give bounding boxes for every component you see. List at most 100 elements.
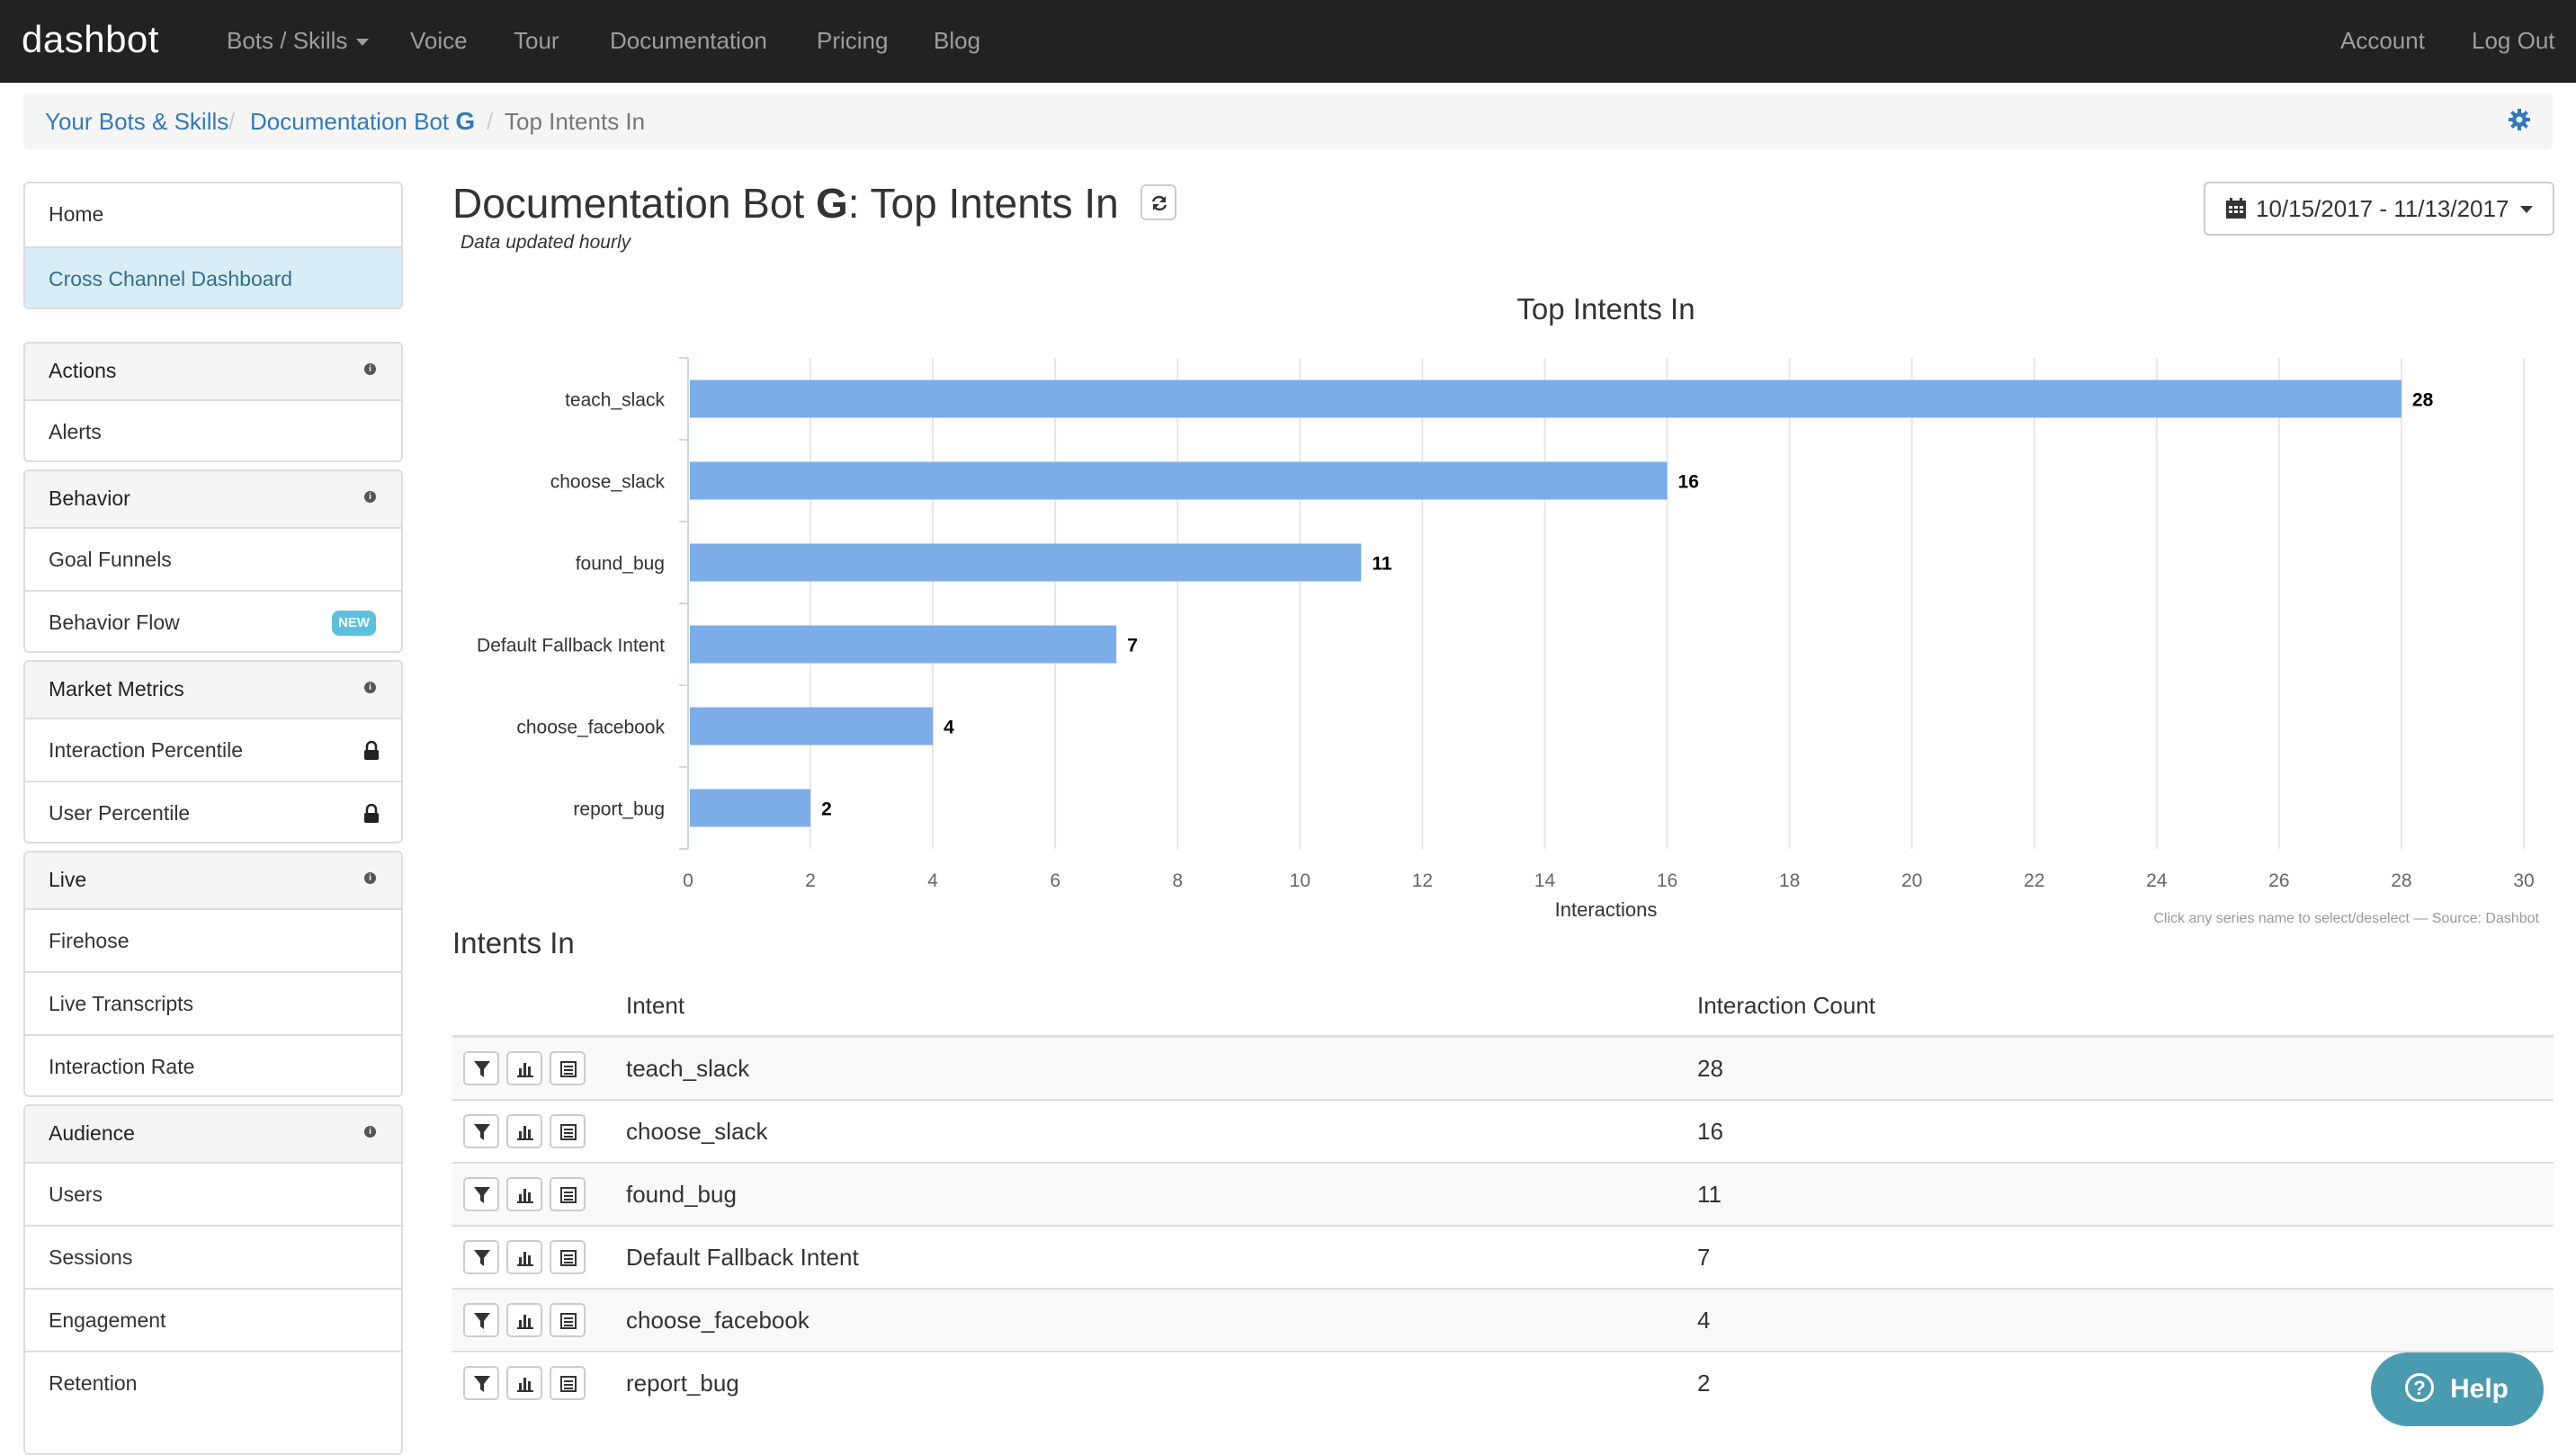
table-row[interactable]: choose_facebook 4: [452, 1288, 2554, 1352]
list-button[interactable]: [550, 1051, 586, 1085]
row-actions: [452, 1035, 626, 1100]
page-title: Documentation Bot G: Top Intents In: [452, 176, 1119, 230]
filter-icon: [474, 1124, 490, 1140]
bar-chart-button[interactable]: [506, 1177, 542, 1211]
info-icon[interactable]: i: [364, 363, 376, 375]
sidebar-item-sessions[interactable]: Sessions: [25, 1225, 401, 1288]
bar-chart-icon: [517, 1252, 533, 1266]
sidebar-group-title[interactable]: Market Metrics i: [25, 662, 401, 718]
x-tick-label: 16: [1657, 870, 1677, 891]
x-tick-label: 26: [2268, 870, 2289, 891]
gear-icon[interactable]: [2508, 108, 2531, 131]
chart-title: Top Intents In: [1516, 292, 1695, 326]
filter-button[interactable]: [463, 1240, 499, 1274]
sidebar-item-retention[interactable]: Retention: [25, 1351, 401, 1414]
list-button[interactable]: [550, 1114, 586, 1148]
sidebar-item-alerts[interactable]: Alerts: [25, 399, 401, 460]
sidebar-group-label: Live: [49, 868, 87, 891]
y-category-label: teach_slack: [565, 390, 665, 411]
date-range-picker[interactable]: 10/15/2017 - 11/13/2017: [2204, 182, 2554, 236]
sidebar-item-user-percentile[interactable]: User Percentile: [25, 781, 401, 842]
brand-logo[interactable]: dashbot: [22, 13, 159, 67]
bar-chart-button[interactable]: [506, 1114, 542, 1148]
row-actions: [452, 1288, 626, 1352]
sidebar-item-users[interactable]: Users: [25, 1162, 401, 1225]
filter-icon: [474, 1250, 490, 1266]
chart-bar: [690, 789, 811, 827]
table-row[interactable]: choose_slack 16: [452, 1099, 2554, 1163]
x-tick-label: 18: [1779, 870, 1800, 891]
help-button[interactable]: ? Help: [2371, 1352, 2544, 1426]
date-range-value: 10/15/2017 - 11/13/2017: [2256, 195, 2509, 222]
info-icon[interactable]: i: [364, 1126, 376, 1138]
sidebar-item-interaction-percentile[interactable]: Interaction Percentile: [25, 718, 401, 781]
bar-chart-button[interactable]: [506, 1303, 542, 1337]
x-tick-label: 12: [1412, 870, 1433, 891]
bar-chart-button[interactable]: [506, 1366, 542, 1400]
list-button[interactable]: [550, 1303, 586, 1337]
nav-account[interactable]: Account: [2340, 0, 2425, 83]
list-icon: [560, 1250, 577, 1266]
breadcrumb-documentation-bot[interactable]: Documentation Bot G: [250, 94, 475, 149]
sidebar-group-title[interactable]: Actions i: [25, 344, 401, 399]
info-icon[interactable]: i: [364, 872, 376, 884]
table-row[interactable]: found_bug 11: [452, 1162, 2554, 1226]
calendar-icon: [2226, 198, 2246, 219]
bar-chart-icon: [517, 1189, 533, 1203]
list-button[interactable]: [550, 1177, 586, 1211]
bar-chart-button[interactable]: [506, 1051, 542, 1085]
sidebar-item-interaction-rate[interactable]: Interaction Rate: [25, 1034, 401, 1095]
intent-cell: found_bug: [626, 1162, 1697, 1226]
y-category-label: Default Fallback Intent: [477, 636, 665, 656]
data-updated-note: Data updated hourly: [461, 232, 631, 253]
list-button[interactable]: [550, 1366, 586, 1400]
table-row[interactable]: report_bug 2: [452, 1351, 2554, 1414]
column-header-intent[interactable]: Intent: [626, 976, 1697, 1038]
nav-bots-skills-dropdown[interactable]: Bots / Skills: [227, 0, 370, 83]
x-tick-label: 22: [2024, 870, 2044, 891]
sidebar-item-firehose[interactable]: Firehose: [25, 908, 401, 971]
breadcrumb-separator: /: [487, 108, 494, 135]
sidebar-item-home[interactable]: Home: [25, 183, 401, 246]
row-actions: [452, 1351, 626, 1414]
lock-icon: [364, 741, 379, 760]
breadcrumb-separator: /: [228, 108, 236, 135]
chart-bar: [690, 379, 2402, 418]
list-button[interactable]: [550, 1240, 586, 1274]
chart-bar: [690, 625, 1117, 664]
info-icon[interactable]: i: [364, 682, 376, 693]
nav-tour[interactable]: Tour: [514, 0, 559, 83]
table-row[interactable]: teach_slack 28: [452, 1035, 2554, 1100]
sidebar-item-live-transcripts[interactable]: Live Transcripts: [25, 971, 401, 1034]
filter-icon: [474, 1187, 490, 1203]
intent-cell: report_bug: [626, 1351, 1697, 1414]
interaction-count-cell: 7: [1697, 1225, 2554, 1289]
bar-chart-icon: [517, 1126, 533, 1140]
sidebar-item-engagement[interactable]: Engagement: [25, 1288, 401, 1351]
refresh-button[interactable]: [1140, 184, 1176, 220]
filter-button[interactable]: [463, 1051, 499, 1085]
info-icon[interactable]: i: [364, 491, 376, 503]
sidebar-group-title[interactable]: Audience i: [25, 1106, 401, 1162]
sidebar-group-title[interactable]: Live i: [25, 852, 401, 908]
intents-table: Intent Interaction Count teach_slack 28 ch…: [452, 976, 2554, 1414]
breadcrumb-your-bots[interactable]: Your Bots & Skills: [45, 94, 228, 149]
filter-button[interactable]: [463, 1177, 499, 1211]
filter-button[interactable]: [463, 1303, 499, 1337]
nav-documentation[interactable]: Documentation: [610, 0, 767, 83]
nav-voice[interactable]: Voice: [410, 0, 468, 83]
sidebar-item-behavior-flow[interactable]: Behavior Flow NEW: [25, 590, 401, 651]
bar-chart-button[interactable]: [506, 1240, 542, 1274]
table-row[interactable]: Default Fallback Intent 7: [452, 1225, 2554, 1289]
nav-blog[interactable]: Blog: [934, 0, 980, 83]
nav-log-out[interactable]: Log Out: [2472, 0, 2555, 83]
sidebar-item-cross-channel-dashboard[interactable]: Cross Channel Dashboard: [25, 246, 401, 308]
filter-icon: [474, 1061, 490, 1077]
nav-bots-skills-label: Bots / Skills: [227, 27, 348, 54]
filter-button[interactable]: [463, 1114, 499, 1148]
nav-pricing[interactable]: Pricing: [817, 0, 888, 83]
sidebar-group-title[interactable]: Behavior i: [25, 471, 401, 527]
filter-button[interactable]: [463, 1366, 499, 1400]
sidebar-item-goal-funnels[interactable]: Goal Funnels: [25, 527, 401, 590]
column-header-interaction-count[interactable]: Interaction Count: [1697, 976, 2554, 1038]
